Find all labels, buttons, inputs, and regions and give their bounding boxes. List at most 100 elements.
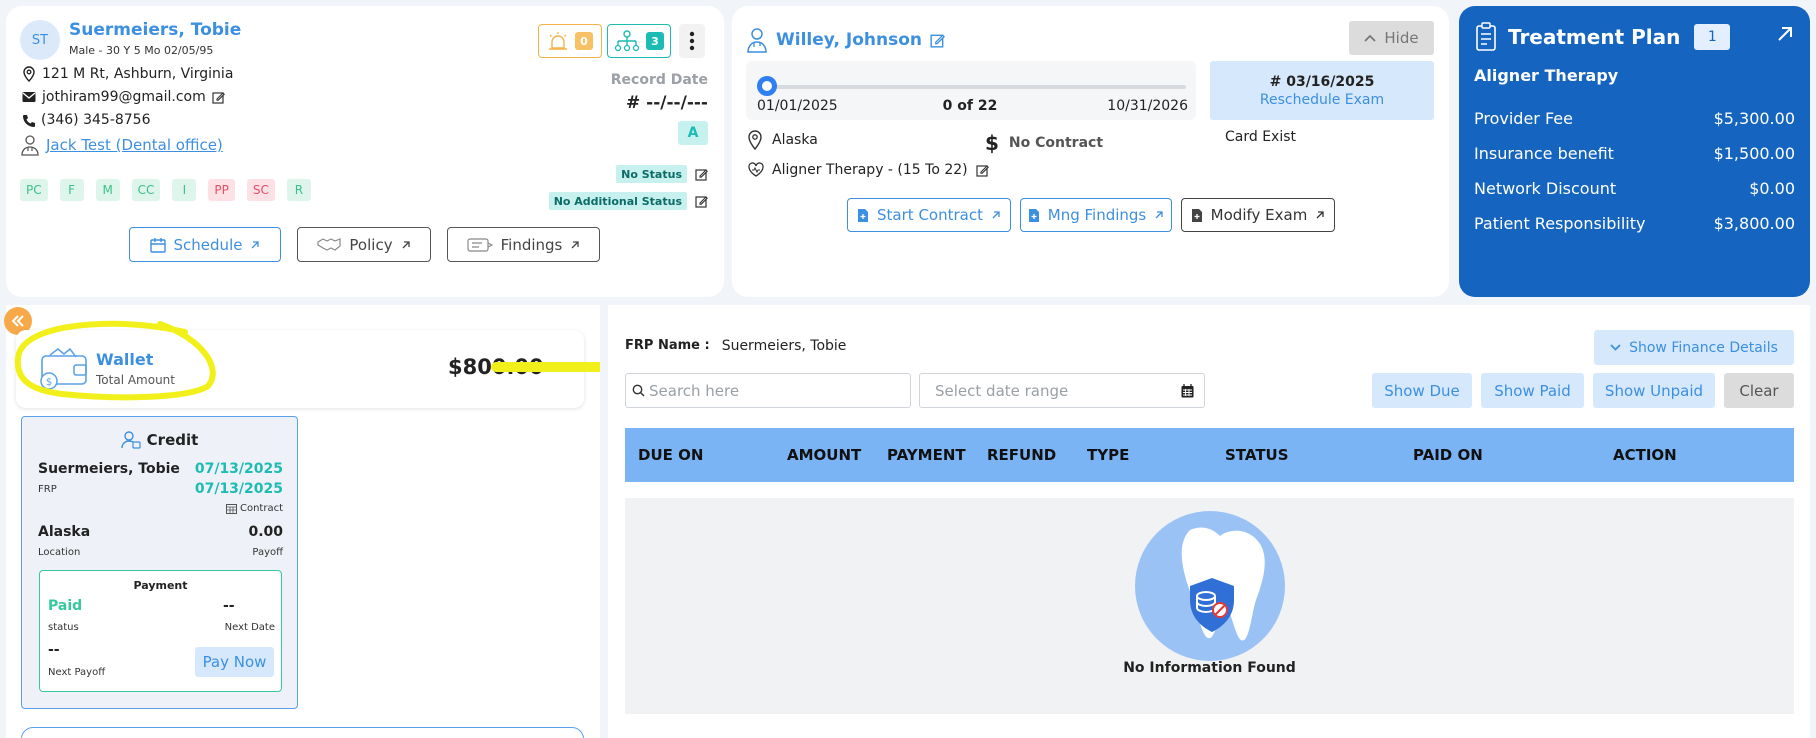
hierarchy-button[interactable]: 3 bbox=[607, 24, 671, 58]
credit-location: Alaska bbox=[38, 524, 91, 540]
col-paid-on[interactable]: PAID ON bbox=[1413, 446, 1483, 464]
frp-row: FRP Name : Suermeiers, Tobie bbox=[625, 338, 846, 354]
panel-divider bbox=[600, 305, 608, 738]
exam-date: # 03/16/2025 bbox=[1269, 74, 1375, 90]
show-unpaid-button[interactable]: Show Unpaid bbox=[1593, 373, 1715, 408]
no-information-text: No Information Found bbox=[1123, 660, 1296, 676]
col-due-on[interactable]: DUE ON bbox=[638, 446, 703, 464]
plan-row-network-discount: Network Discount $0.00 bbox=[1474, 179, 1795, 198]
tag-f[interactable]: F bbox=[59, 179, 84, 201]
grade-badge[interactable]: A bbox=[678, 121, 708, 145]
plan-row-label: Network Discount bbox=[1474, 179, 1617, 198]
edit-additional-status-icon[interactable] bbox=[695, 195, 708, 208]
tag-pp[interactable]: PP bbox=[208, 179, 235, 201]
clear-button[interactable]: Clear bbox=[1724, 373, 1794, 408]
start-contract-label: Start Contract bbox=[877, 206, 983, 224]
col-amount[interactable]: AMOUNT bbox=[787, 446, 861, 464]
findings-button[interactable]: Findings bbox=[447, 227, 600, 262]
no-status-row: No Status bbox=[560, 165, 708, 183]
next-card-edge bbox=[21, 727, 584, 738]
highlight-annotation bbox=[14, 320, 647, 401]
edit-email-icon[interactable] bbox=[212, 91, 225, 104]
credit-date1: 07/13/2025 bbox=[194, 461, 283, 477]
tag-m[interactable]: M bbox=[95, 179, 120, 201]
hierarchy-count: 3 bbox=[646, 32, 664, 50]
findings-icon bbox=[467, 237, 493, 253]
date-range-placeholder: Select date range bbox=[935, 381, 1069, 400]
status-tags: PC F M CC I PP SC R bbox=[20, 179, 311, 201]
tag-pc[interactable]: PC bbox=[20, 179, 48, 201]
email-row: jothiram99@gmail.com bbox=[22, 89, 225, 105]
credit-card[interactable]: Credit Suermeiers, Tobie 07/13/2025 FRP … bbox=[21, 416, 298, 709]
edit-therapy-icon[interactable] bbox=[976, 164, 989, 177]
progress-handle[interactable] bbox=[757, 76, 777, 96]
patient-name[interactable]: Suermeiers, Tobie bbox=[69, 20, 241, 40]
finance-table-header: DUE ON AMOUNT PAYMENT REFUND TYPE STATUS… bbox=[625, 428, 1794, 482]
treatment-plan-title: Treatment Plan bbox=[1508, 25, 1681, 49]
tag-r[interactable]: R bbox=[286, 179, 311, 201]
date-range-input[interactable]: Select date range bbox=[919, 373, 1205, 408]
show-paid-button[interactable]: Show Paid bbox=[1481, 373, 1584, 408]
doctor-location: Alaska bbox=[772, 132, 818, 148]
next-payoff-label: Next Payoff bbox=[48, 667, 106, 678]
external-arrow-icon bbox=[991, 210, 1001, 220]
modify-exam-button[interactable]: Modify Exam bbox=[1181, 198, 1335, 232]
dollar-icon: $ bbox=[985, 131, 999, 155]
heart-shield-icon bbox=[748, 162, 764, 178]
card-status: Card Exist bbox=[1225, 129, 1297, 145]
no-additional-status-badge: No Additional Status bbox=[548, 192, 687, 210]
col-status[interactable]: STATUS bbox=[1225, 446, 1289, 464]
next-date-value: -- bbox=[223, 598, 235, 614]
show-due-button[interactable]: Show Due bbox=[1372, 373, 1472, 408]
treatment-plan-count: 1 bbox=[1694, 24, 1731, 50]
col-payment[interactable]: PAYMENT bbox=[887, 446, 966, 464]
schedule-button[interactable]: Schedule bbox=[129, 227, 281, 262]
record-date-label: Record Date bbox=[610, 72, 708, 88]
hide-button[interactable]: Hide bbox=[1349, 21, 1434, 55]
empty-state: No Information Found bbox=[625, 498, 1794, 714]
end-date: 10/31/2026 bbox=[1107, 98, 1188, 114]
more-options-button[interactable] bbox=[679, 24, 705, 58]
plan-row-value: $0.00 bbox=[1749, 179, 1795, 198]
therapy-text: Aligner Therapy - (15 To 22) bbox=[772, 162, 968, 178]
show-finance-details-button[interactable]: Show Finance Details bbox=[1594, 330, 1794, 365]
start-contract-button[interactable]: Start Contract bbox=[847, 198, 1011, 232]
plan-row-value: $3,800.00 bbox=[1713, 214, 1795, 233]
expand-arrow-icon[interactable] bbox=[1777, 26, 1793, 42]
pay-now-button[interactable]: Pay Now bbox=[195, 647, 274, 677]
search-input[interactable]: Search here bbox=[625, 373, 911, 408]
doctor-name[interactable]: Willey, Johnson bbox=[776, 30, 922, 50]
mng-findings-button[interactable]: Mng Findings bbox=[1020, 198, 1172, 232]
next-date-label: Next Date bbox=[224, 622, 275, 633]
edit-doctor-icon[interactable] bbox=[930, 33, 945, 48]
plan-row-label: Provider Fee bbox=[1474, 109, 1573, 128]
credit-contract-label: Contract bbox=[239, 503, 283, 514]
payment-status-value: Paid bbox=[48, 598, 83, 614]
reschedule-exam-link[interactable]: Reschedule Exam bbox=[1210, 92, 1434, 108]
col-refund[interactable]: REFUND bbox=[987, 446, 1056, 464]
policy-button[interactable]: Policy bbox=[297, 227, 431, 262]
tag-i[interactable]: I bbox=[172, 179, 197, 201]
chevron-up-icon bbox=[1364, 34, 1377, 42]
alert-button[interactable]: 0 bbox=[538, 24, 602, 58]
contract-status: No Contract bbox=[1008, 135, 1104, 151]
col-type[interactable]: TYPE bbox=[1087, 446, 1129, 464]
next-payoff-value: -- bbox=[48, 642, 60, 658]
office-row: Jack Test (Dental office) bbox=[20, 134, 223, 156]
external-arrow-icon bbox=[1154, 210, 1164, 220]
plan-row-label: Patient Responsibility bbox=[1474, 214, 1646, 233]
treatment-plan-card: Treatment Plan 1 Aligner Therapy Provide… bbox=[1459, 6, 1810, 297]
clipboard-icon bbox=[1474, 22, 1500, 52]
office-link[interactable]: Jack Test (Dental office) bbox=[46, 136, 223, 154]
progress-track bbox=[762, 85, 1186, 89]
calendar-icon bbox=[149, 237, 166, 253]
dentist-icon bbox=[20, 134, 40, 156]
col-action[interactable]: ACTION bbox=[1613, 446, 1677, 464]
payment-status-label: status bbox=[48, 622, 79, 633]
phone-text: (346) 345-8756 bbox=[41, 112, 151, 128]
address-row: 121 M Rt, Ashburn, Virginia bbox=[22, 66, 233, 82]
credit-title: Credit bbox=[146, 431, 199, 449]
tag-cc[interactable]: CC bbox=[131, 179, 161, 201]
edit-status-icon[interactable] bbox=[695, 168, 708, 181]
tag-sc[interactable]: SC bbox=[246, 179, 275, 201]
